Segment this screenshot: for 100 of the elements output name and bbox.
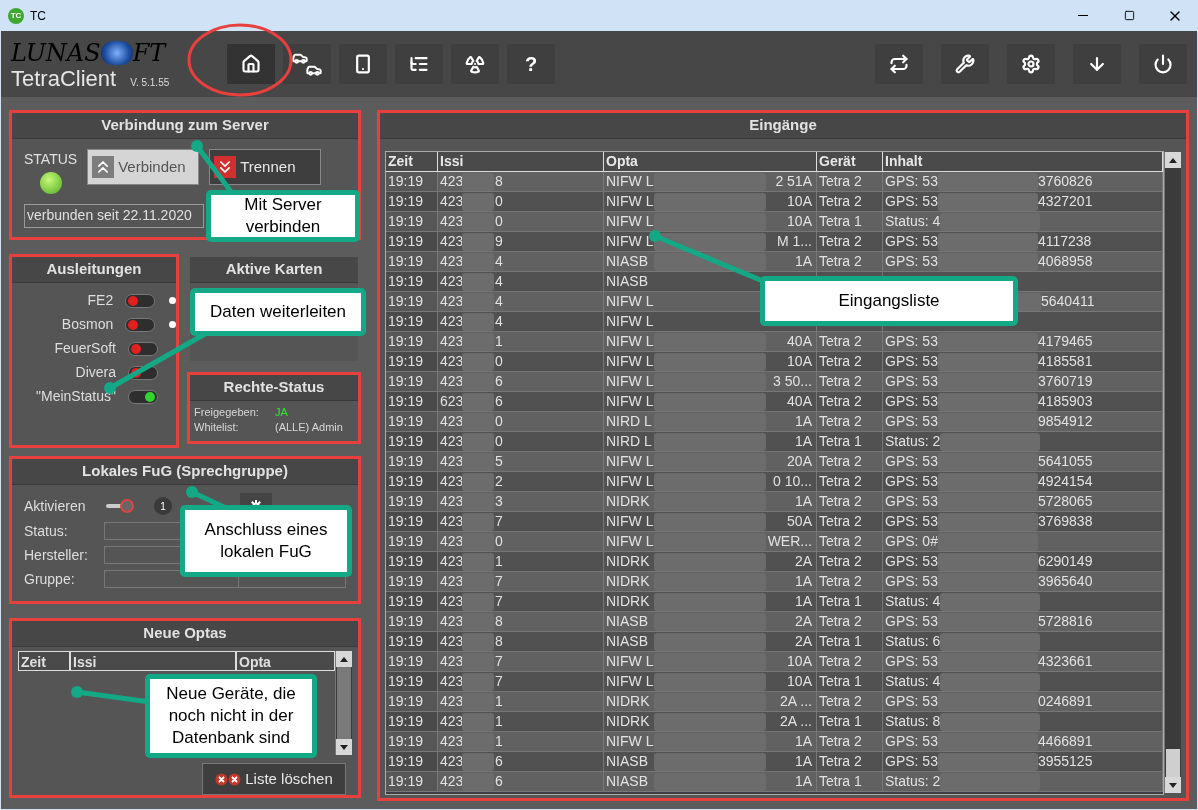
- table-cell: 4185581: [1037, 352, 1093, 371]
- table-cell: NIFW L: [606, 392, 654, 411]
- table-cell-text: 1A: [793, 752, 813, 771]
- table-cell-text: NIASB: [606, 252, 649, 271]
- toolbar-button[interactable]: [1073, 44, 1121, 84]
- table-cell: GPS: 53: [885, 452, 938, 471]
- toolbar-button[interactable]: [1139, 44, 1187, 84]
- disconnect-button[interactable]: Trennen: [209, 149, 322, 185]
- toolbar-button[interactable]: [227, 44, 275, 84]
- table-cell: GPS: 53: [885, 372, 938, 391]
- table-cell: GPS: 53: [885, 472, 938, 491]
- toolbar-button[interactable]: [451, 44, 499, 84]
- app-icon: TC: [8, 7, 24, 24]
- scroll-thumb[interactable]: [337, 667, 351, 739]
- column-header[interactable]: Opta: [236, 651, 335, 671]
- table-cell: 19:19: [388, 592, 424, 611]
- table-cell: 423: [440, 772, 462, 791]
- table-cell: 4117238: [1037, 232, 1092, 251]
- table-cell-text: 3 50...: [772, 372, 813, 391]
- table-cell-text: NIDRK: [606, 572, 651, 591]
- table-cell: 0: [495, 192, 503, 211]
- table-cell-text: 10A: [786, 672, 813, 691]
- toggle-switch[interactable]: [128, 341, 158, 356]
- column-header[interactable]: Issi: [70, 651, 236, 671]
- scroll-up-icon[interactable]: [340, 656, 348, 662]
- table-cell: 19:19: [388, 572, 424, 591]
- table-cell-text: 2 51A: [774, 172, 813, 191]
- table-cell: 423: [440, 552, 462, 571]
- table-cell: 19:19: [388, 752, 424, 771]
- scroll-down-icon[interactable]: [340, 744, 348, 750]
- table-cell: 19:19: [388, 292, 424, 311]
- table-cell: 423: [440, 512, 462, 531]
- scroll-thumb[interactable]: [1166, 749, 1180, 777]
- clear-list-button[interactable]: Liste löschen: [202, 763, 346, 795]
- table-cell: 3955125: [1037, 752, 1093, 771]
- table-cell: Tetra 2: [819, 192, 862, 211]
- table-cell-text: NIRD L: [606, 412, 653, 431]
- table-cell: GPS: 53: [885, 612, 938, 631]
- field-label: Hersteller:: [24, 545, 89, 565]
- table-cell: 19:19: [388, 172, 424, 191]
- table-cell: Tetra 2: [819, 392, 862, 411]
- table-cell: NIFW L: [606, 672, 654, 691]
- callout-tooltip: Anschluss eines lokalen FuG: [180, 505, 352, 577]
- scrollbar[interactable]: [335, 651, 352, 755]
- table-cell: Tetra 2: [819, 572, 862, 591]
- table-cell: 7: [495, 592, 503, 611]
- table-cell: 4: [495, 272, 503, 291]
- activate-label: Aktivieren: [24, 496, 87, 516]
- table-cell-text: NIASB: [606, 772, 649, 791]
- table-cell: GPS: 53: [885, 492, 938, 511]
- table-cell: 19:19: [388, 632, 424, 651]
- table-cell: 19:19: [388, 512, 424, 531]
- table-cell: GPS: 53: [885, 652, 938, 671]
- table-cell-text: 1A: [793, 592, 813, 611]
- toolbar-button[interactable]: [1007, 44, 1055, 84]
- output-label: FeuerSoft: [53, 339, 116, 358]
- toolbar-button[interactable]: ?: [507, 44, 555, 84]
- toolbar-button[interactable]: [283, 44, 331, 84]
- table-cell: Tetra 2: [819, 692, 862, 711]
- table-cell-text: NIASB: [606, 272, 649, 291]
- table-cell: 19:19: [388, 532, 424, 551]
- table-cell: 423: [440, 672, 462, 691]
- table-cell: 8: [495, 172, 503, 191]
- table-cell: 4: [495, 252, 503, 271]
- table-cell: 423: [440, 352, 462, 371]
- table-cell: Tetra 2: [819, 372, 862, 391]
- scroll-up-icon[interactable]: [1169, 157, 1177, 163]
- version-label: V. 5.1.55: [130, 76, 170, 90]
- table-cell: Tetra 2: [819, 532, 862, 551]
- table-cell: 19:19: [388, 332, 424, 351]
- toolbar-button[interactable]: [941, 44, 989, 84]
- toggle-switch[interactable]: [128, 389, 158, 404]
- app-name: TetraClient: [11, 68, 117, 90]
- scrollbar[interactable]: [1164, 152, 1181, 793]
- toggle-switch[interactable]: [125, 317, 156, 332]
- table-cell: 0: [495, 532, 503, 551]
- table-cell: 4924154: [1037, 472, 1093, 491]
- table-cell-text: NIASB: [606, 612, 649, 631]
- toggle-switch[interactable]: [125, 293, 156, 308]
- table-cell: 5640411: [1041, 292, 1095, 311]
- table-cell: 0246891: [1037, 692, 1093, 711]
- table-cell: Tetra 2: [819, 752, 862, 771]
- toolbar-button[interactable]: [875, 44, 923, 84]
- lever-switch[interactable]: [106, 497, 136, 515]
- scroll-down-icon[interactable]: [1169, 782, 1177, 788]
- table-cell: NIFW L: [606, 212, 654, 231]
- table-cell: 19:19: [388, 552, 424, 571]
- table-cell: Tetra 2: [819, 472, 862, 491]
- toolbar-button[interactable]: [395, 44, 443, 84]
- column-header[interactable]: Zeit: [18, 651, 70, 671]
- table-cell: NIFW L: [606, 372, 654, 391]
- power-icon: [1153, 54, 1173, 74]
- table-cell: 4466891: [1037, 732, 1093, 751]
- output-label: "MeinStatus": [35, 387, 116, 406]
- table-cell: 1: [495, 732, 503, 751]
- table-cell: GPS: 53: [885, 252, 938, 271]
- table-cell: 19:19: [388, 212, 424, 231]
- table-cell: 6290149: [1037, 552, 1093, 571]
- toolbar-button[interactable]: [339, 44, 387, 84]
- table-cell: 19:19: [388, 492, 424, 511]
